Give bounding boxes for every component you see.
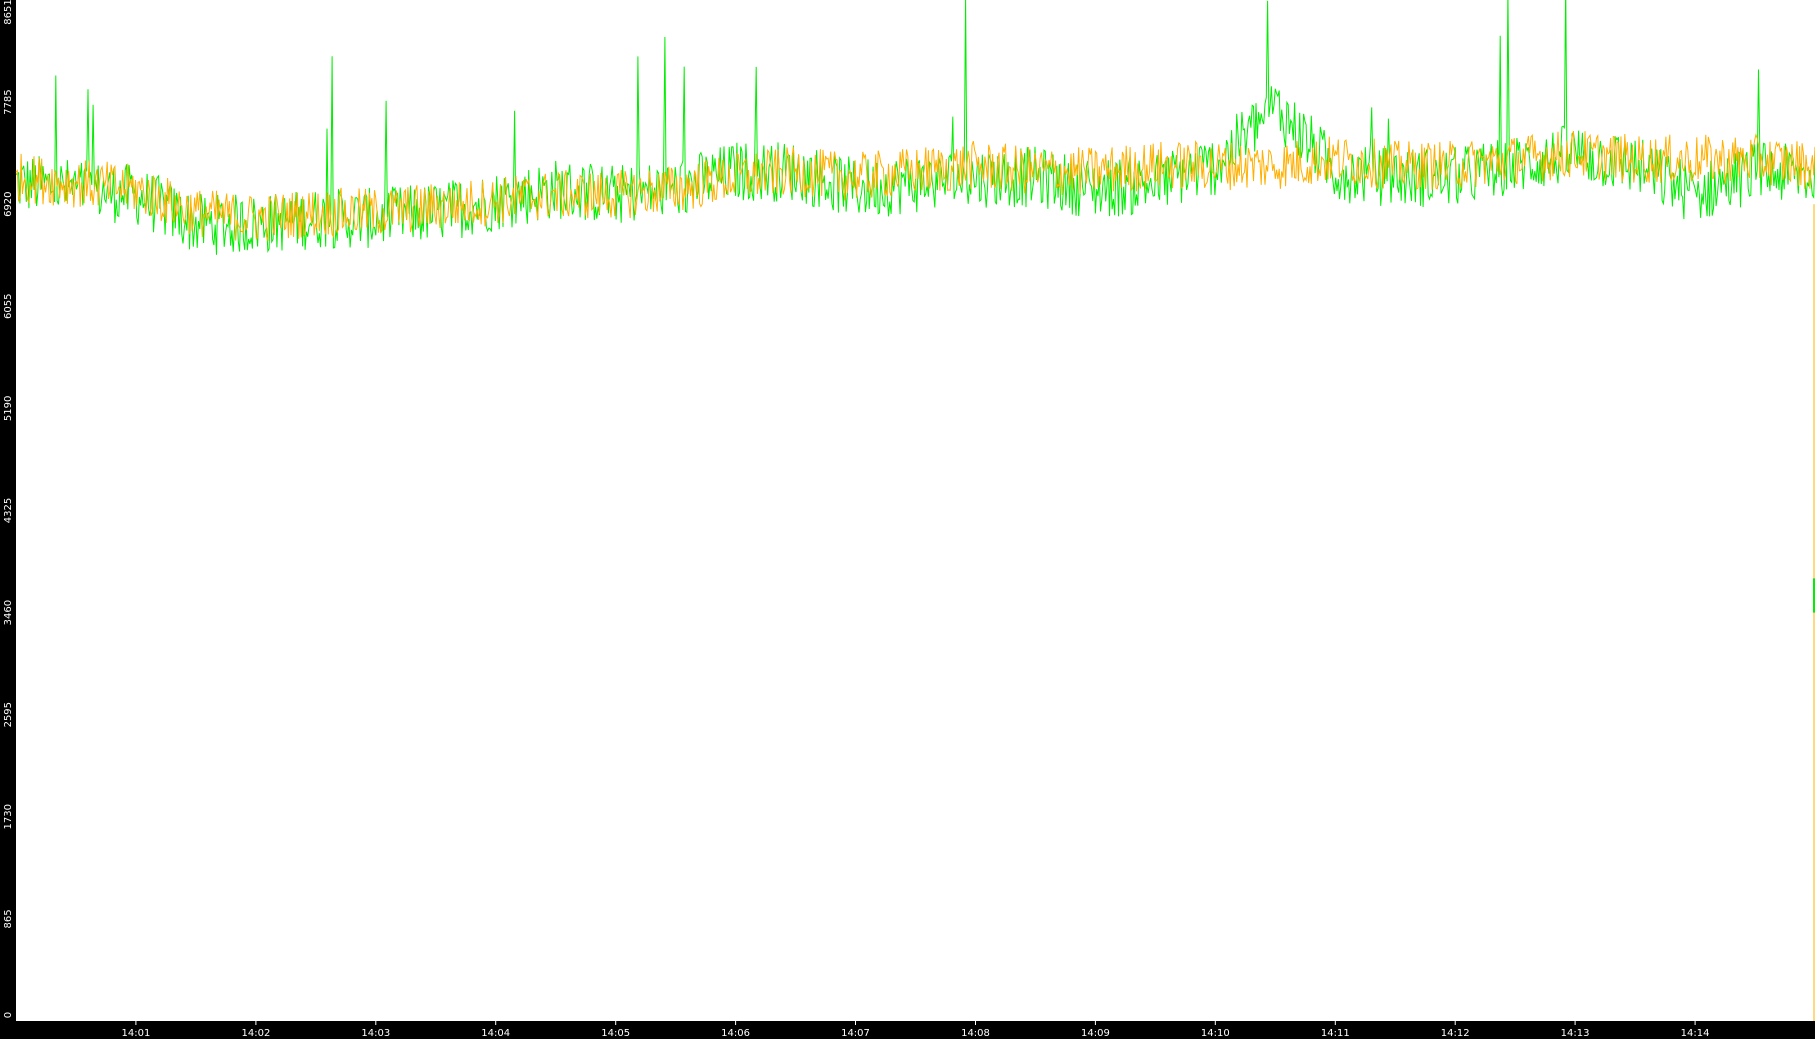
y-tick-label: 6055 — [3, 294, 14, 319]
y-tick-label: 4325 — [3, 498, 14, 523]
x-tick-label: 14:06 — [721, 1028, 750, 1039]
x-tick-label: 14:14 — [1681, 1028, 1710, 1039]
y-tick-label: 8651 — [3, 0, 14, 25]
x-tick-label: 14:05 — [601, 1028, 630, 1039]
x-tick-label: 14:13 — [1561, 1028, 1590, 1039]
y-tick-label: 3460 — [3, 600, 14, 625]
x-tick-label: 14:11 — [1321, 1028, 1350, 1039]
x-tick-label: 14:02 — [241, 1028, 270, 1039]
x-tick-label: 14:10 — [1201, 1028, 1230, 1039]
y-tick-label: 2595 — [3, 702, 14, 727]
x-tick-label: 14:04 — [481, 1028, 510, 1039]
x-tick-label: 14:08 — [961, 1028, 990, 1039]
y-tick-label: 5190 — [3, 396, 14, 421]
y-tick-label: 0 — [3, 1012, 14, 1018]
y-tick-label: 6920 — [3, 191, 14, 216]
chart-svg: 0 865 1730 2595 3460 4325 5190 6055 6920 7785 8651… — [0, 0, 1815, 1039]
chart: 0 865 1730 2595 3460 4325 5190 6055 6920 7785 8651… — [0, 0, 1815, 1039]
x-tick-label: 14:12 — [1441, 1028, 1470, 1039]
x-axis-strip — [0, 1021, 1815, 1039]
x-tick-label: 14:09 — [1081, 1028, 1110, 1039]
x-tick-label: 14:07 — [841, 1028, 870, 1039]
x-tick-label: 14:03 — [361, 1028, 390, 1039]
x-tick-label: 14:01 — [121, 1028, 150, 1039]
y-tick-label: 865 — [3, 909, 14, 928]
y-tick-label: 7785 — [3, 89, 14, 114]
y-tick-label: 1730 — [3, 804, 14, 829]
